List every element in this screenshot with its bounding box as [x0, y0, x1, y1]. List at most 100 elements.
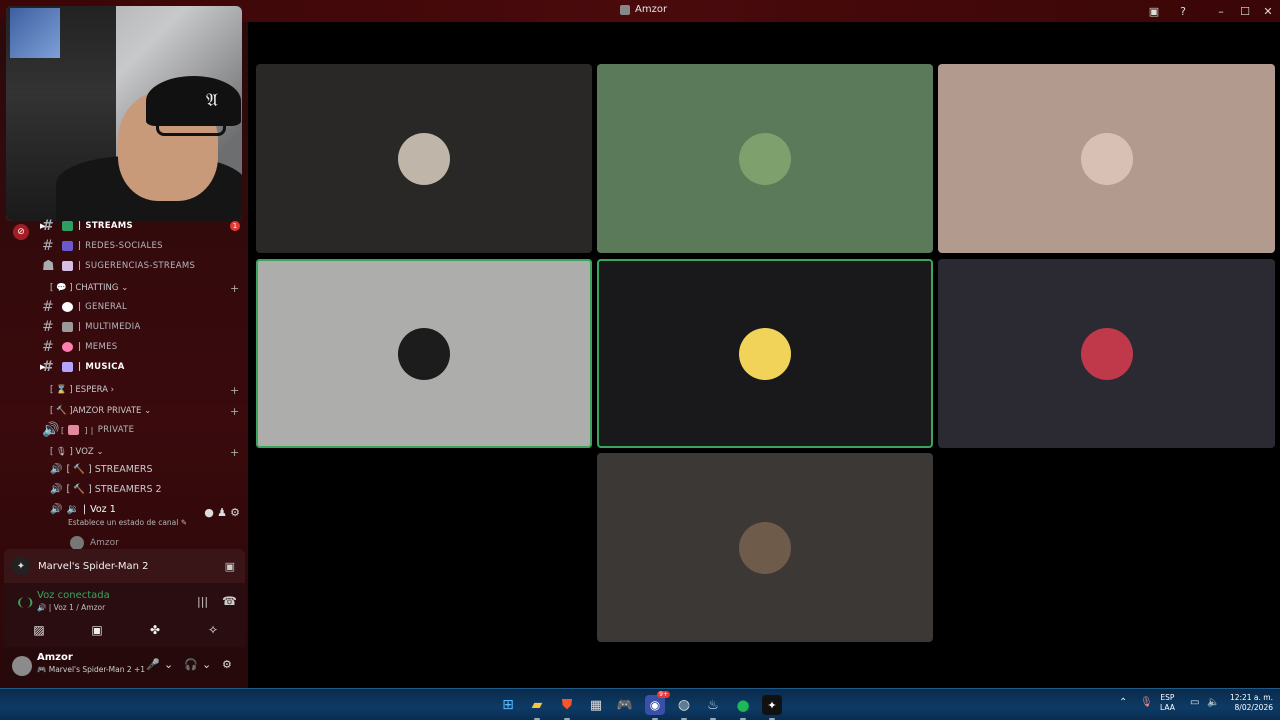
- game-controller-icon[interactable]: 🎮: [615, 695, 635, 715]
- noise-suppression-icon[interactable]: |||: [197, 595, 208, 608]
- participant-tile[interactable]: [597, 453, 933, 642]
- voice-connected-subtitle: 🔊 | Voz 1 / Amzor: [37, 603, 106, 612]
- microphone-tray-icon[interactable]: 🎙: [1140, 697, 1153, 708]
- voice-channel-streamers-2[interactable]: 🔊 [ 🔨 ] STREAMERS 2: [50, 484, 162, 495]
- file-explorer-icon[interactable]: ▰: [527, 695, 547, 720]
- spotify-icon[interactable]: ●: [733, 695, 753, 720]
- participant-avatar: [739, 521, 791, 574]
- add-channel-icon[interactable]: +: [230, 384, 239, 397]
- chevron-down-icon[interactable]: ⌄: [202, 658, 211, 671]
- channel-label: GENERAL: [85, 302, 128, 312]
- windows-taskbar: ⊞ ▰ ⛊ ▦ 🎮 ◉ 9+ ◍ ♨ ● ✦ ⌃ 🎙 ESP LAA ▭ 🔈 1…: [0, 688, 1280, 720]
- channel-redes-sociales[interactable]: # | REDES-SOCIALES: [42, 236, 163, 256]
- voice-channel-voz-1[interactable]: 🔊 🔉 | Voz 1: [50, 504, 116, 515]
- channel-label: SUGERENCIAS-STREAMS: [85, 261, 196, 271]
- signal-icon: ❨❩: [16, 596, 35, 609]
- disconnect-icon[interactable]: ☎: [222, 594, 237, 608]
- user-status: 🎮 Marvel's Spider-Man 2 +1: [37, 665, 146, 674]
- webcam-glasses: [156, 118, 226, 136]
- game-icon: ✦: [12, 557, 30, 575]
- app-icon: [620, 4, 630, 15]
- microphone-icon[interactable]: 🎤: [146, 658, 160, 671]
- channel-emoji-icon: [62, 302, 73, 312]
- username: Amzor: [37, 652, 73, 663]
- webcam-window: [10, 8, 60, 58]
- microsoft-store-icon[interactable]: ▦: [586, 695, 606, 715]
- voice-channel-streamers[interactable]: 🔊 [ 🔨 ] STREAMERS: [50, 464, 153, 475]
- spider-man-game-icon[interactable]: ✦: [762, 695, 782, 720]
- clock[interactable]: 12:21 a. m. 8/02/2026: [1225, 693, 1273, 713]
- participant-tile[interactable]: [256, 259, 592, 448]
- maximize-button[interactable]: ☐: [1237, 3, 1253, 19]
- channel-streams[interactable]: ▶ # | STREAMS: [40, 216, 133, 236]
- window-title-text: Amzor: [635, 4, 668, 15]
- user-avatar[interactable]: [12, 656, 32, 676]
- participant-tile[interactable]: [256, 64, 592, 253]
- headphones-icon[interactable]: 🎧: [184, 658, 198, 671]
- add-channel-icon[interactable]: +: [230, 405, 239, 418]
- participant-tile[interactable]: [938, 259, 1275, 448]
- add-channel-icon[interactable]: +: [230, 282, 239, 295]
- category-espera[interactable]: [ ⌛ ] ESPERA ›: [50, 385, 114, 395]
- close-button[interactable]: ✕: [1260, 3, 1276, 19]
- volume-icon[interactable]: 🔈: [1207, 697, 1219, 708]
- category-chatting[interactable]: [ 💬 ] CHATTING ⌄: [50, 283, 128, 293]
- steam-icon[interactable]: ♨: [703, 695, 723, 720]
- participant-tile[interactable]: [597, 259, 933, 448]
- channel-label: MULTIMEDIA: [85, 322, 141, 332]
- start-icon[interactable]: ⊞: [498, 695, 518, 715]
- inbox-icon[interactable]: ▣: [1146, 3, 1162, 19]
- voice-connected-title[interactable]: Voz conectada: [37, 590, 110, 601]
- add-channel-icon[interactable]: +: [230, 446, 239, 459]
- discord-window: Amzor ▣ ? – ☐ ✕ 𝔄 ⊘ ▶ # | STREAMS 1 # | …: [0, 0, 1280, 688]
- discord-notification-badge: 9+: [657, 691, 670, 698]
- category-voz[interactable]: [ 🎙 ] VOZ ⌄: [50, 447, 104, 457]
- stream-screen-icon[interactable]: ▣: [225, 560, 235, 573]
- channel-label: STREAMS: [85, 221, 133, 231]
- webcam-overlay: 𝔄: [6, 6, 242, 221]
- voice-channel-label: [ 🔨 ] STREAMERS 2: [66, 484, 162, 495]
- voice-member[interactable]: Amzor: [70, 536, 119, 550]
- channel-emoji-icon: [62, 221, 73, 231]
- channel-emoji-icon: [62, 342, 73, 352]
- text-channel-icon: #: [42, 299, 55, 315]
- activities-icon[interactable]: ✤: [146, 623, 164, 637]
- soundboard-icon[interactable]: ✧: [204, 623, 222, 637]
- category-private[interactable]: [ 🔨 ]AMZOR PRIVATE ⌄: [50, 406, 151, 416]
- show-hidden-icons-chevron-icon[interactable]: ⌃: [1119, 697, 1127, 708]
- participant-tile[interactable]: [597, 64, 933, 253]
- channel-emoji-icon: [62, 261, 73, 271]
- channel-status-hint[interactable]: Establece un estado de canal ✎: [68, 518, 187, 527]
- music-emoji-icon: [62, 362, 73, 372]
- channel-multimedia[interactable]: # | MULTIMEDIA: [42, 317, 141, 337]
- minimize-button[interactable]: –: [1213, 3, 1229, 19]
- screen-share-icon[interactable]: ▣: [88, 623, 106, 637]
- channel-sugerencias-streams[interactable]: ☗ | SUGERENCIAS-STREAMS: [42, 256, 195, 276]
- user-settings-icon[interactable]: ⚙: [222, 658, 232, 671]
- game-title: Marvel's Spider-Man 2: [38, 560, 149, 572]
- network-icon[interactable]: ▭: [1190, 697, 1199, 708]
- chrome-icon[interactable]: ◍: [674, 695, 694, 720]
- input-language[interactable]: ESP LAA: [1160, 693, 1175, 713]
- channel-private[interactable]: 🔊 [ ] | PRIVATE: [42, 420, 134, 440]
- unread-arrow-icon: ▶: [40, 222, 46, 230]
- activity-card[interactable]: ✦ Marvel's Spider-Man 2 ▣: [4, 549, 245, 583]
- channel-general[interactable]: # | GENERAL: [42, 297, 127, 317]
- chevron-down-icon[interactable]: ⌄: [164, 658, 173, 671]
- channel-musica[interactable]: ▶ # | MUSICA: [40, 357, 125, 377]
- participant-avatar: [1080, 327, 1133, 380]
- participant-avatar: [739, 132, 791, 185]
- participant-tile[interactable]: [938, 64, 1275, 253]
- discover-icon[interactable]: ⊘: [13, 224, 29, 240]
- settings-gear-icon[interactable]: ⚙: [227, 504, 243, 520]
- speaker-active-icon: 🔊: [50, 504, 63, 515]
- camera-off-icon[interactable]: ▨: [30, 623, 48, 637]
- video-grid: [250, 22, 1280, 688]
- discord-icon[interactable]: ◉ 9+: [645, 691, 670, 720]
- help-icon[interactable]: ?: [1175, 3, 1191, 19]
- brave-browser-icon[interactable]: ⛊: [557, 695, 577, 720]
- channel-memes[interactable]: # | MEMES: [42, 337, 117, 357]
- cap-logo: 𝔄: [206, 90, 218, 111]
- voice-member-name: Amzor: [90, 538, 119, 548]
- speaker-icon: 🔊: [50, 484, 63, 495]
